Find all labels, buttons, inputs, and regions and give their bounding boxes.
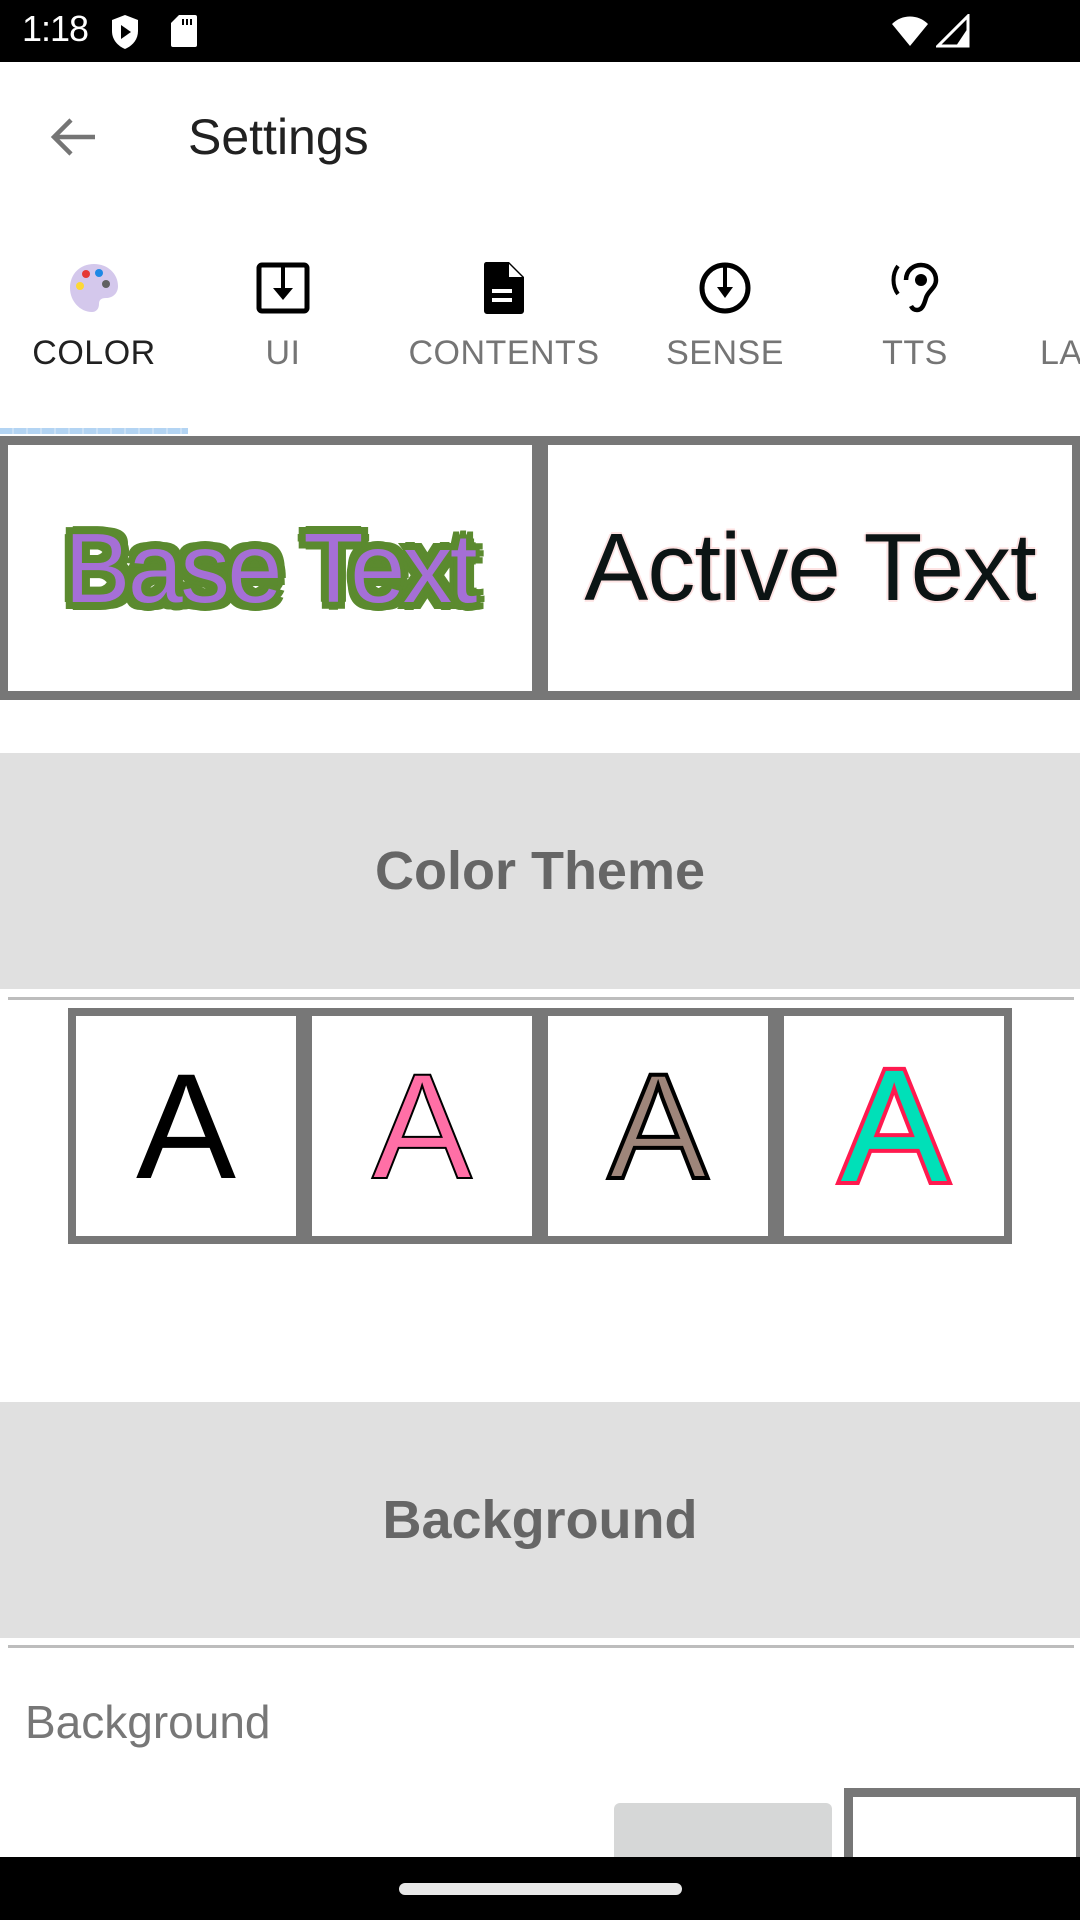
page-title: Settings	[188, 109, 369, 165]
tab-label: UI	[265, 334, 301, 372]
download-circle-icon	[695, 258, 755, 318]
home-gesture-handle[interactable]	[399, 1883, 682, 1895]
theme-option-3[interactable]: A	[548, 1016, 768, 1236]
divider	[8, 997, 1074, 1000]
tab-ui[interactable]: UI	[188, 212, 378, 434]
status-time: 1:18	[22, 8, 89, 49]
tab-label: CONTENTS	[408, 334, 600, 372]
tab-label: LA	[1040, 334, 1080, 372]
tab-tts[interactable]: TTS	[820, 212, 1010, 434]
tab-la[interactable]: LA	[1010, 212, 1080, 434]
theme-option-2[interactable]: A	[312, 1016, 532, 1236]
tab-label: TTS	[882, 334, 948, 372]
back-button[interactable]	[40, 107, 106, 167]
color-theme-header: Color Theme	[0, 753, 1080, 989]
background-header: Background	[0, 1402, 1080, 1638]
section-title: Color Theme	[374, 841, 706, 901]
background-swatch-white[interactable]	[844, 1788, 1080, 1858]
wifi-icon	[892, 16, 928, 46]
status-bar: 1:18	[0, 0, 1080, 62]
color-theme-grid: A A A A	[68, 1008, 1012, 1244]
tab-label: SENSE	[666, 334, 784, 372]
arrow-back-icon	[50, 118, 95, 156]
palette-icon	[64, 258, 124, 318]
theme-option-4[interactable]: A	[784, 1016, 1004, 1236]
tab-label: COLOR	[32, 334, 156, 372]
cell-signal-icon	[936, 14, 970, 48]
shield-play-icon	[112, 15, 138, 49]
theme-option-1[interactable]: A	[76, 1016, 296, 1236]
base-text-sample: Base Text	[64, 512, 478, 623]
sd-card-icon	[171, 15, 197, 47]
tab-sense[interactable]: SENSE	[630, 212, 820, 434]
background-swatch-grey[interactable]	[614, 1803, 832, 1857]
divider	[8, 1645, 1074, 1648]
tab-contents[interactable]: CONTENTS	[378, 212, 630, 434]
hearing-icon	[885, 258, 945, 318]
download-box-icon	[253, 258, 313, 318]
active-text-sample: Active Text	[584, 514, 1036, 621]
section-title: Background	[382, 1490, 698, 1550]
theme-glyph: A	[135, 1042, 237, 1210]
document-icon	[474, 258, 534, 318]
tab-bar: COLOR UI CONTENTS SENSE TTS LA	[0, 212, 1080, 434]
theme-glyph: A	[837, 1036, 952, 1215]
active-text-preview[interactable]: Active Text	[548, 445, 1072, 691]
background-option-label: Background	[25, 1696, 271, 1748]
tab-indicator	[0, 428, 188, 434]
text-preview-panel: Base Text Active Text	[0, 436, 1080, 700]
theme-glyph: A	[606, 1042, 710, 1210]
tab-color[interactable]: COLOR	[0, 212, 188, 434]
app-bar: Settings	[0, 62, 1080, 212]
theme-glyph: A	[371, 1042, 473, 1210]
base-text-preview[interactable]: Base Text	[8, 445, 532, 691]
navigation-bar	[0, 1857, 1080, 1920]
